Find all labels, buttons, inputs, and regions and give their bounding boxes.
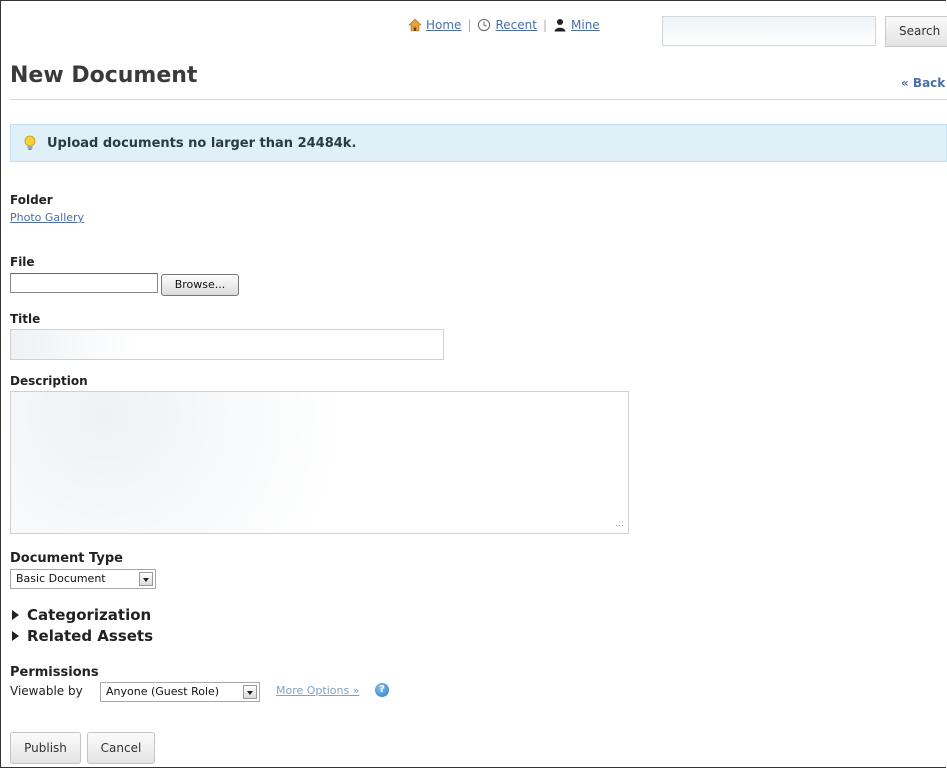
title-input[interactable]: [10, 329, 444, 360]
viewable-by-select[interactable]: Anyone (Guest Role): [100, 682, 260, 702]
dropdown-arrow-icon[interactable]: [139, 572, 153, 586]
folder-link[interactable]: Photo Gallery: [10, 211, 84, 224]
window-frame: [0, 0, 946, 768]
title-label: Title: [10, 312, 41, 326]
viewable-by-value: Anyone (Guest Role): [106, 685, 220, 698]
description-textarea[interactable]: .::: [10, 391, 629, 534]
nav-divider: |: [542, 18, 548, 32]
lightbulb-icon: [24, 135, 36, 150]
viewable-by-label: Viewable by: [10, 684, 83, 698]
home-icon: [408, 18, 422, 32]
help-icon[interactable]: ?: [375, 683, 389, 697]
page-title: New Document: [10, 63, 198, 88]
categorization-toggle[interactable]: Categorization: [10, 606, 151, 624]
back-link[interactable]: « Back: [901, 76, 945, 90]
file-path-input[interactable]: [10, 273, 158, 293]
related-assets-label: Related Assets: [27, 627, 154, 645]
expand-triangle-icon: [12, 610, 19, 620]
document-type-label: Document Type: [10, 551, 123, 566]
search-button[interactable]: Search: [885, 16, 947, 47]
clock-icon: [478, 18, 491, 32]
title-divider: [10, 99, 947, 100]
file-label: File: [10, 255, 35, 269]
user-icon: [554, 19, 566, 32]
browse-button[interactable]: Browse...: [161, 274, 239, 296]
document-type-value: Basic Document: [16, 572, 106, 585]
permissions-label: Permissions: [10, 665, 99, 680]
folder-label: Folder: [10, 193, 53, 207]
dropdown-arrow-icon[interactable]: [243, 685, 257, 699]
expand-triangle-icon: [12, 631, 19, 641]
top-nav: Home | Recent | Mine: [408, 18, 600, 32]
resize-grip-icon[interactable]: .::: [615, 519, 624, 529]
search-input[interactable]: [662, 16, 876, 46]
upload-notice-text: Upload documents no larger than 24484k.: [47, 135, 357, 151]
categorization-label: Categorization: [27, 606, 152, 624]
nav-divider: |: [467, 18, 472, 32]
more-options-link[interactable]: More Options »: [276, 684, 359, 697]
document-type-select[interactable]: Basic Document: [10, 569, 156, 589]
publish-button[interactable]: Publish: [10, 732, 81, 764]
cancel-button[interactable]: Cancel: [87, 732, 155, 764]
nav-home-link[interactable]: Home: [426, 18, 461, 32]
description-label: Description: [10, 374, 88, 388]
related-assets-toggle[interactable]: Related Assets: [10, 627, 153, 645]
nav-mine-link[interactable]: Mine: [571, 18, 600, 32]
nav-recent-link[interactable]: Recent: [495, 18, 536, 32]
upload-notice: Upload documents no larger than 24484k.: [10, 124, 947, 162]
